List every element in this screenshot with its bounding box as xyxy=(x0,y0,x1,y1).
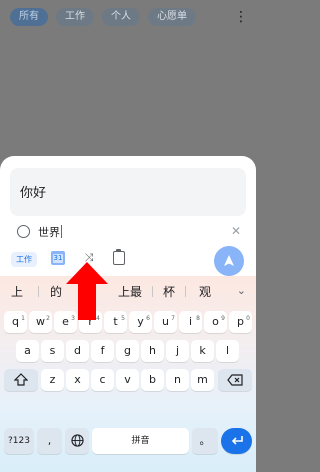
candidate-item[interactable]: 上 xyxy=(11,283,23,300)
tab-work[interactable]: 工作 xyxy=(56,8,94,26)
key-g[interactable]: g xyxy=(116,340,139,362)
tab-personal[interactable]: 个人 xyxy=(102,8,140,26)
send-button[interactable] xyxy=(214,246,244,276)
subtask-input[interactable]: 世界 xyxy=(38,224,62,240)
backspace-icon xyxy=(227,374,243,386)
key-y[interactable]: y6 xyxy=(129,311,152,333)
key-label: k xyxy=(199,344,206,357)
key-label: p xyxy=(237,315,244,328)
divider xyxy=(152,286,153,297)
key-m[interactable]: m xyxy=(191,369,214,391)
key-label: m xyxy=(197,373,208,386)
task-title-field[interactable]: 你好 xyxy=(10,168,246,216)
key-hint: 2 xyxy=(46,315,50,322)
clipboard-icon[interactable] xyxy=(113,249,125,265)
radio-circle-icon[interactable] xyxy=(17,225,30,238)
key-label: u xyxy=(162,315,169,328)
close-icon[interactable]: ✕ xyxy=(231,224,241,238)
key-label: j xyxy=(175,344,180,357)
key-l[interactable]: l xyxy=(216,340,239,362)
more-vert-icon[interactable]: ⋮ xyxy=(234,7,248,27)
send-icon xyxy=(224,255,234,266)
globe-icon xyxy=(70,434,84,447)
key-label: y xyxy=(137,315,144,328)
key-hint: 6 xyxy=(146,315,150,322)
key-i[interactable]: i8 xyxy=(179,311,202,333)
key-hint: 8 xyxy=(196,315,200,322)
list-chip[interactable]: 工作 xyxy=(11,252,37,267)
key-a[interactable]: a xyxy=(16,340,39,362)
key-label: w xyxy=(36,315,45,328)
key-label: o xyxy=(212,315,219,328)
text-cursor xyxy=(61,225,62,238)
language-key[interactable] xyxy=(65,428,89,454)
backspace-key[interactable] xyxy=(218,369,252,391)
calendar-icon[interactable] xyxy=(51,251,65,265)
key-hint: 5 xyxy=(121,315,125,322)
subtask-text: 世界 xyxy=(38,226,60,239)
key-hint: 7 xyxy=(171,315,175,322)
key-label: q xyxy=(12,315,19,328)
key-hint: 0 xyxy=(246,315,250,322)
ime-keyboard: 上 的 上最 杯 观 ⌄ q1w2e3r4t5y6u7i8o9p0asdfghj… xyxy=(0,276,256,472)
key-j[interactable]: j xyxy=(166,340,189,362)
key-label: b xyxy=(149,373,156,386)
key-q[interactable]: q1 xyxy=(4,311,27,333)
enter-key[interactable] xyxy=(221,428,252,454)
new-task-sheet: 你好 世界 ✕ 工作 ⤨ xyxy=(0,156,256,276)
shift-icon xyxy=(14,373,28,386)
candidate-item[interactable]: 的 xyxy=(50,283,62,300)
key-f[interactable]: f xyxy=(91,340,114,362)
enter-arrow-icon xyxy=(231,436,243,445)
tab-all[interactable]: 所有 xyxy=(10,8,48,26)
period-key[interactable]: 。 xyxy=(192,428,218,454)
key-label: a xyxy=(24,344,31,357)
filter-tab-bar: 所有 工作 个人 心愿单 xyxy=(0,0,256,34)
divider xyxy=(38,286,39,297)
chevron-down-icon[interactable]: ⌄ xyxy=(237,284,246,297)
shift-key[interactable] xyxy=(4,369,38,391)
space-key[interactable]: 拼音 xyxy=(92,428,189,454)
candidate-item[interactable]: 上最 xyxy=(118,283,142,300)
key-h[interactable]: h xyxy=(141,340,164,362)
task-title-text: 你好 xyxy=(20,186,47,201)
candidate-item[interactable]: 杯 xyxy=(163,283,175,300)
key-z[interactable]: z xyxy=(41,369,64,391)
key-n[interactable]: n xyxy=(166,369,189,391)
key-x[interactable]: x xyxy=(66,369,89,391)
key-label: d xyxy=(74,344,81,357)
key-label: x xyxy=(74,373,81,386)
key-label: l xyxy=(225,344,230,357)
annotation-arrow xyxy=(66,262,108,320)
key-label: n xyxy=(174,373,181,386)
key-u[interactable]: u7 xyxy=(154,311,177,333)
key-label: s xyxy=(49,344,56,357)
key-w[interactable]: w2 xyxy=(29,311,52,333)
key-d[interactable]: d xyxy=(66,340,89,362)
symbols-key[interactable]: ?123 xyxy=(4,428,34,454)
key-label: v xyxy=(124,373,131,386)
key-label: h xyxy=(149,344,156,357)
key-hint: 9 xyxy=(221,315,225,322)
key-hint: 1 xyxy=(21,315,25,322)
subtask-row: 世界 ✕ xyxy=(0,220,256,244)
key-o[interactable]: o9 xyxy=(204,311,227,333)
key-label: i xyxy=(188,315,193,328)
key-label: f xyxy=(100,344,105,357)
key-c[interactable]: c xyxy=(91,369,114,391)
key-k[interactable]: k xyxy=(191,340,214,362)
candidate-bar: 上 的 上最 杯 观 ⌄ xyxy=(0,276,256,306)
key-label: t xyxy=(113,315,118,328)
key-label: z xyxy=(49,373,56,386)
key-s[interactable]: s xyxy=(41,340,64,362)
comma-key[interactable]: , xyxy=(37,428,62,454)
divider xyxy=(185,286,186,297)
key-v[interactable]: v xyxy=(116,369,139,391)
key-label: g xyxy=(124,344,131,357)
key-label: c xyxy=(99,373,106,386)
tab-wishlist[interactable]: 心愿单 xyxy=(148,8,196,26)
key-p[interactable]: p0 xyxy=(229,311,252,333)
key-b[interactable]: b xyxy=(141,369,164,391)
candidate-item[interactable]: 观 xyxy=(199,283,211,300)
